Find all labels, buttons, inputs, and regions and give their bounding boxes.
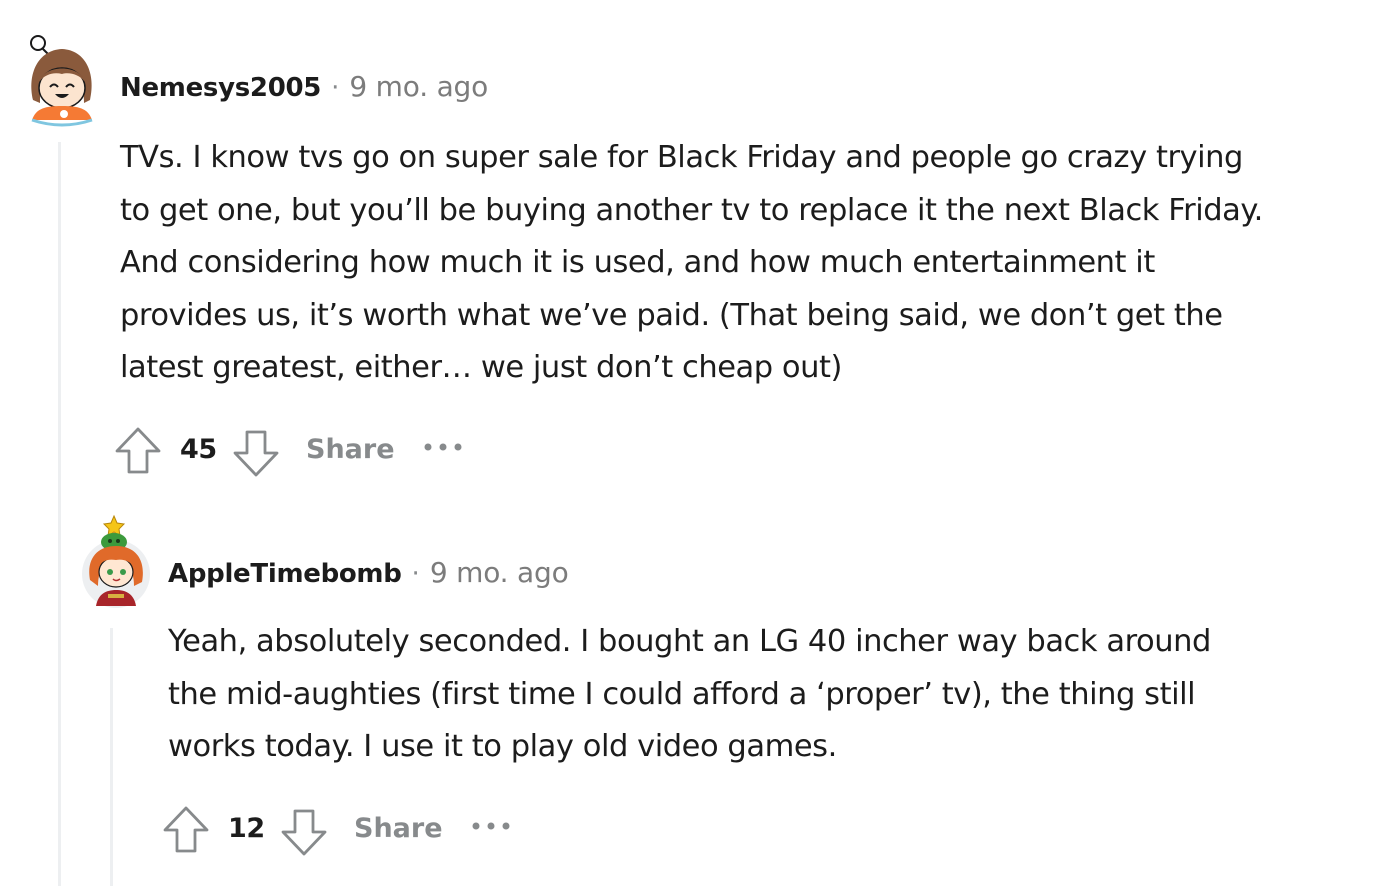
username[interactable]: Nemesys2005: [120, 73, 321, 103]
comment-body: TVs. I know tvs go on super sale for Bla…: [120, 132, 1382, 395]
upvote-icon[interactable]: [162, 805, 210, 855]
comment-body-line: TVs. I know tvs go on super sale for Bla…: [120, 140, 1243, 175]
downvote-icon[interactable]: [280, 807, 328, 857]
more-options-icon[interactable]: [422, 437, 464, 457]
comment-body-line: latest greatest, either… we just don’t c…: [120, 350, 842, 385]
meta-separator: ·: [411, 559, 420, 589]
meta-separator: ·: [331, 73, 340, 103]
comment-meta: Nemesys2005 · 9 mo. ago: [120, 70, 488, 103]
comment-meta: AppleTimebomb · 9 mo. ago: [168, 556, 569, 589]
vote-count: 45: [180, 434, 217, 465]
comment-timestamp[interactable]: 9 mo. ago: [349, 70, 488, 103]
user-avatar[interactable]: [80, 514, 152, 610]
comment-body-line: to get one, but you’ll be buying another…: [120, 192, 1263, 228]
comment-action-bar: 12 Share: [162, 805, 522, 857]
share-button[interactable]: Share: [306, 434, 395, 465]
comment-body-line: Yeah, absolutely seconded. I bought an L…: [168, 624, 1211, 659]
thread-line[interactable]: [110, 628, 113, 886]
username[interactable]: AppleTimebomb: [168, 559, 402, 589]
comment-body-line: the mid-aughties (first time I could aff…: [168, 676, 1196, 712]
comment-body: Yeah, absolutely seconded. I bought an L…: [168, 616, 1382, 774]
downvote-icon[interactable]: [232, 428, 280, 478]
comment-body-line: works today. I use it to play old video …: [168, 729, 837, 764]
vote-count: 12: [228, 813, 265, 844]
comment-timestamp[interactable]: 9 mo. ago: [430, 556, 569, 589]
thread-line[interactable]: [58, 142, 61, 886]
user-avatar[interactable]: [24, 30, 100, 127]
upvote-icon[interactable]: [114, 426, 162, 476]
share-button[interactable]: Share: [354, 813, 443, 844]
comment-body-line: And considering how much it is used, and…: [120, 245, 1155, 280]
comment-body-line: provides us, it’s worth what we’ve paid.…: [120, 297, 1223, 333]
comment-action-bar: 45 Share: [114, 426, 474, 478]
more-options-icon[interactable]: [470, 816, 512, 836]
